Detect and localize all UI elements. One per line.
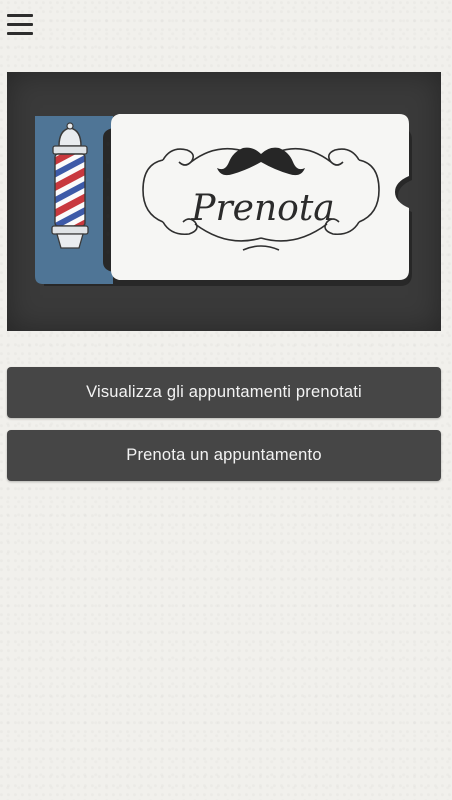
menu-button[interactable] <box>6 12 34 38</box>
ticket-illustration: Prenota <box>35 114 412 286</box>
book-appointment-label: Prenota un appuntamento <box>126 446 322 464</box>
booking-banner: Prenota <box>7 72 441 331</box>
book-appointment-button[interactable]: Prenota un appuntamento <box>7 430 441 481</box>
view-appointments-label: Visualizza gli appuntamenti prenotati <box>86 383 362 401</box>
view-appointments-button[interactable]: Visualizza gli appuntamenti prenotati <box>7 367 441 418</box>
ticket-text: Prenota <box>190 188 335 229</box>
